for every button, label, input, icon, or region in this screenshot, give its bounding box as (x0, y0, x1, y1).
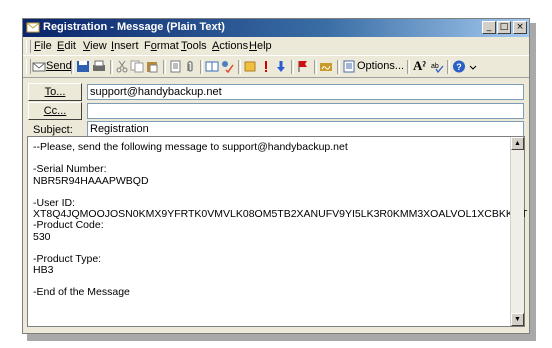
message-body[interactable]: --Please, send the following message to … (27, 136, 527, 327)
vertical-scrollbar[interactable]: ▲ ▼ (510, 137, 524, 326)
toolbar-separator (200, 60, 203, 74)
toolbar-separator (110, 60, 113, 74)
toolbar-separator (291, 60, 294, 74)
message-line: -Product Code: (33, 219, 104, 232)
close-button[interactable]: × (513, 21, 527, 34)
flag-icon[interactable] (296, 60, 310, 73)
insert-file-icon[interactable] (168, 60, 182, 73)
svg-text:ab: ab (431, 63, 439, 70)
message-window: Registration - Message (Plain Text) _ □ … (22, 18, 530, 334)
help-icon[interactable]: ? (452, 60, 466, 73)
message-line: 530 (33, 230, 51, 243)
save-icon[interactable] (76, 60, 90, 73)
message-line: -End of the Message (33, 286, 130, 299)
toolbar-separator (447, 60, 450, 74)
maximize-button[interactable]: □ (497, 21, 511, 34)
message-line: NBR5R94HAAAPWBQD (33, 174, 149, 187)
title-bar[interactable]: Registration - Message (Plain Text) _ □ … (23, 19, 529, 37)
options-icon[interactable] (342, 60, 356, 73)
svg-text:?: ? (456, 62, 462, 72)
insert-item-icon[interactable] (243, 60, 257, 73)
toolbar-separator (407, 60, 410, 74)
menu-tools[interactable]: Tools (181, 40, 207, 52)
message-line: -Product Type: (33, 252, 102, 265)
menu-view[interactable]: View (83, 40, 107, 52)
scroll-up-button[interactable]: ▲ (511, 137, 524, 150)
print-icon[interactable] (92, 60, 106, 73)
toolbar-separator (163, 60, 166, 74)
importance-high-icon[interactable] (259, 60, 273, 73)
toolbar-separator (238, 60, 241, 74)
to-field[interactable]: support@handybackup.net (87, 84, 524, 100)
menu-grip[interactable] (26, 40, 31, 53)
menu-insert[interactable]: Insert (111, 40, 139, 52)
scroll-down-button[interactable]: ▼ (511, 313, 524, 326)
minimize-button[interactable]: _ (482, 21, 496, 34)
paste-icon[interactable] (145, 60, 159, 73)
menu-edit[interactable]: Edit (57, 40, 76, 52)
cc-button[interactable]: Cc... (28, 102, 82, 120)
menu-bar: File Edit View Insert Format Tools Actio… (23, 38, 529, 55)
spelling-icon[interactable]: ab (430, 60, 444, 73)
check-names-icon[interactable] (220, 60, 234, 73)
toolbar-separator (71, 60, 74, 74)
signature-icon[interactable] (319, 60, 333, 73)
copy-icon[interactable] (130, 60, 144, 73)
message-line: -Serial Number: (33, 163, 107, 176)
attach-icon[interactable] (183, 60, 197, 73)
subject-label: Subject: (33, 124, 73, 136)
font-size-icon[interactable]: Aˀ (413, 58, 426, 74)
standard-toolbar: Send Options... Aˀ ab ? (23, 55, 529, 78)
toolbar-grip[interactable] (26, 59, 31, 74)
cc-field[interactable] (87, 103, 524, 119)
toolbar-separator (314, 60, 317, 74)
envelope-icon (26, 22, 40, 33)
message-line: --Please, send the following message to … (33, 141, 348, 153)
importance-low-icon[interactable] (274, 60, 288, 73)
subject-field[interactable]: Registration (87, 121, 524, 137)
menu-help[interactable]: Help (249, 40, 272, 52)
options-button[interactable]: Options... (357, 60, 404, 72)
toolbar-separator (337, 60, 340, 74)
menu-actions[interactable]: Actions (212, 40, 248, 52)
address-book-icon[interactable] (205, 60, 219, 73)
send-button[interactable]: Send (46, 60, 72, 72)
menu-file[interactable]: File (34, 40, 52, 52)
message-line: HB3 (33, 264, 54, 277)
menu-format[interactable]: Format (144, 40, 179, 52)
message-line (33, 243, 503, 254)
message-line (33, 187, 503, 198)
window-title: Registration - Message (Plain Text) (43, 21, 225, 33)
toolbar-options-chevron-icon[interactable] (469, 60, 477, 73)
send-icon[interactable] (32, 60, 46, 73)
cut-icon[interactable] (115, 60, 129, 73)
to-button[interactable]: To... (28, 83, 82, 101)
message-text[interactable]: --Please, send the following message to … (33, 141, 527, 299)
